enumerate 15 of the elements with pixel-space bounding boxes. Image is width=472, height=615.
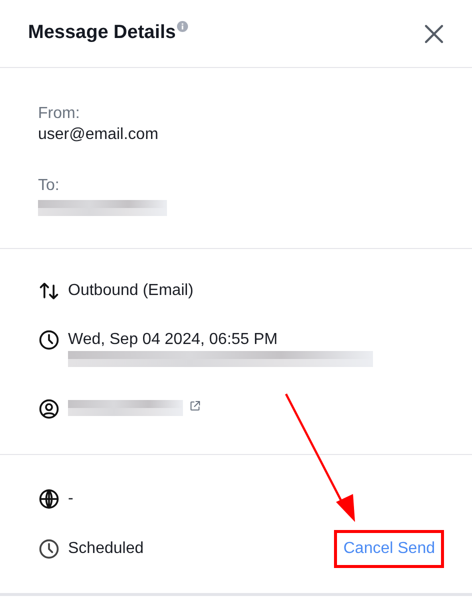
external-link-icon[interactable]: [189, 400, 201, 412]
email-address: user@email.com: [38, 126, 158, 143]
clock-icon: [38, 329, 60, 351]
field-label: From:: [38, 104, 81, 124]
clock-icon: [38, 538, 60, 560]
arrows-icon: [38, 280, 60, 302]
user-circle-icon: [38, 398, 60, 420]
status-text: Scheduled: [68, 539, 144, 559]
globe-icon: [38, 488, 60, 510]
detail-text: Wed, Sep 04 2024, 06:55 PM: [68, 330, 279, 350]
cancel-send-button[interactable]: Cancel Send: [334, 530, 444, 568]
panel-title: Message Details: [28, 21, 176, 46]
language-value: -: [68, 489, 74, 509]
detail-text: Outbound (Email): [68, 281, 194, 301]
field-label: To:: [38, 176, 60, 196]
